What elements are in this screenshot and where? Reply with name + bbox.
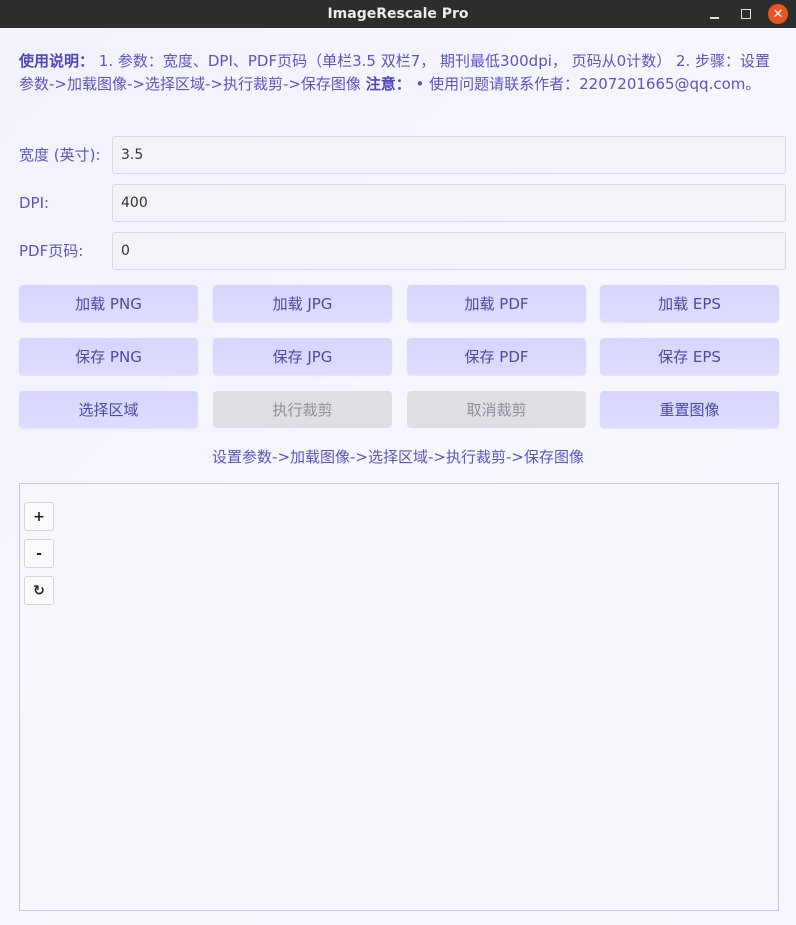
- dpi-row: DPI: 400: [19, 184, 786, 222]
- load-pdf-button[interactable]: 加载 PDF: [407, 285, 586, 322]
- select-area-button[interactable]: 选择区域: [19, 391, 198, 428]
- dpi-input[interactable]: 400: [112, 184, 786, 222]
- save-pdf-button[interactable]: 保存 PDF: [407, 338, 586, 375]
- zoom-in-icon: +: [33, 508, 45, 525]
- load-png-button[interactable]: 加载 PNG: [19, 285, 198, 322]
- crop-button[interactable]: 执行裁剪: [213, 391, 392, 428]
- cancel-crop-button[interactable]: 取消裁剪: [407, 391, 586, 428]
- close-icon: ✕: [772, 6, 784, 22]
- reset-image-button[interactable]: 重置图像: [600, 391, 779, 428]
- note-heading: 注意：: [365, 75, 411, 93]
- width-input[interactable]: 3.5: [112, 136, 786, 174]
- width-label: 宽度 (英寸):: [19, 146, 101, 164]
- zoom-in-button[interactable]: +: [24, 502, 54, 531]
- rotate-icon: ↻: [33, 582, 45, 599]
- workflow-hint: 设置参数->加载图像->选择区域->执行裁剪->保存图像: [212, 448, 584, 466]
- rotate-button[interactable]: ↻: [24, 576, 54, 605]
- minimize-icon: [709, 17, 719, 19]
- maximize-icon: [741, 9, 751, 19]
- instructions-heading: 使用说明：: [19, 52, 95, 70]
- save-png-button[interactable]: 保存 PNG: [19, 338, 198, 375]
- load-eps-button[interactable]: 加载 EPS: [600, 285, 779, 322]
- close-button[interactable]: ✕: [768, 4, 788, 24]
- note-text: • 使用问题请联系作者：2207201665@qq.com。: [410, 75, 761, 93]
- main-content: 使用说明： 1. 参数：宽度、DPI、PDF页码（单栏3.5 双栏7， 期刊最低…: [0, 28, 796, 925]
- zoom-out-icon: -: [36, 545, 42, 562]
- image-canvas[interactable]: + - ↻: [19, 483, 779, 911]
- dpi-label: DPI:: [19, 194, 50, 212]
- page-row: PDF页码: 0: [19, 232, 786, 270]
- pdf-page-input[interactable]: 0: [112, 232, 786, 270]
- title-bar: ImageRescale Pro ✕: [0, 0, 796, 28]
- maximize-button[interactable]: [734, 2, 758, 26]
- usage-instructions: 使用说明： 1. 参数：宽度、DPI、PDF页码（单栏3.5 双栏7， 期刊最低…: [19, 50, 779, 96]
- save-jpg-button[interactable]: 保存 JPG: [213, 338, 392, 375]
- load-jpg-button[interactable]: 加载 JPG: [213, 285, 392, 322]
- window-title: ImageRescale Pro: [327, 6, 469, 22]
- window-controls: ✕: [694, 2, 788, 26]
- save-eps-button[interactable]: 保存 EPS: [600, 338, 779, 375]
- pdf-page-label: PDF页码:: [19, 242, 84, 260]
- zoom-out-button[interactable]: -: [24, 539, 54, 568]
- width-row: 宽度 (英寸): 3.5: [19, 136, 786, 174]
- minimize-button[interactable]: [702, 2, 726, 26]
